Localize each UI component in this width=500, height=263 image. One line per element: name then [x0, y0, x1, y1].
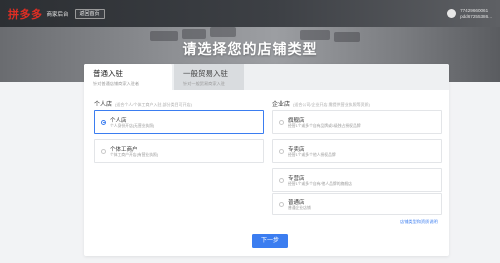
- radio-icon[interactable]: [279, 148, 284, 154]
- option-title: 普通店: [288, 200, 305, 206]
- avatar[interactable]: [447, 9, 457, 18]
- section-title: 个人店: [94, 102, 113, 108]
- tab-general-trade-entry[interactable]: 一般贸易入驻 针对一般贸易商家入驻: [174, 64, 244, 90]
- option-personal-store[interactable]: 个人店 个人身份开店(无营业执照): [94, 110, 264, 134]
- option-title: 专营店: [288, 176, 305, 182]
- option-desc: 经营1个或多个自有/他人品牌的旗舰店: [288, 182, 352, 186]
- option-title: 个人店: [110, 118, 127, 124]
- option-desc: 普通企业店铺: [288, 206, 311, 210]
- user-menu[interactable]: 77429660061 pdd67255386...: [447, 8, 492, 19]
- keyboard-key: [182, 29, 206, 39]
- tab-desc: 针对普通店铺商家入驻者: [93, 81, 140, 86]
- pinduoduo-logo[interactable]: 拼多多: [8, 6, 43, 22]
- entry-tabs: 普通入驻 针对普通店铺商家入驻者 一般贸易入驻 针对一般贸易商家入驻: [84, 64, 449, 90]
- option-individual-business[interactable]: 个体工商户 个体工商户开店(有营业执照): [94, 139, 264, 163]
- option-desc: 经营1个或多个自有品牌或1级独占授权品牌: [288, 124, 361, 128]
- store-type-card: 普通入驻 针对普通店铺商家入驻者 一般贸易入驻 针对一般贸易商家入驻 个人店 (适…: [84, 64, 449, 256]
- page-title: 请选择您的店铺类型: [182, 41, 318, 57]
- option-title: 专卖店: [288, 147, 305, 153]
- keyboard-key: [210, 27, 236, 37]
- personal-store-label: 个人店 (适合个人/个体工商户入驻,部分类目可开店): [94, 99, 192, 108]
- next-step-button[interactable]: 下一步: [252, 234, 288, 248]
- option-desc: 个体工商户开店(有营业执照): [110, 153, 159, 157]
- section-title: 企业店: [272, 102, 291, 108]
- option-title: 个体工商户: [110, 147, 138, 153]
- radio-icon[interactable]: [101, 148, 106, 154]
- enterprise-store-label: 企业店 (适合公司/企业开店,需提供营业执照等资质): [272, 99, 370, 108]
- option-title: 旗舰店: [288, 118, 305, 124]
- radio-icon[interactable]: [279, 119, 284, 125]
- store-type-help-link[interactable]: 店铺类型和资质说明: [400, 219, 438, 225]
- radio-icon[interactable]: [101, 119, 106, 125]
- user-phone: 77429660061: [460, 8, 489, 14]
- option-specialty-store[interactable]: 专卖店 经营1个或多个他人授权品牌: [272, 139, 442, 163]
- option-franchise-store[interactable]: 专营店 经营1个或多个自有/他人品牌的旗舰店: [272, 168, 442, 192]
- back-home-button[interactable]: 返回首页: [74, 8, 105, 19]
- option-regular-store[interactable]: 普通店 普通企业店铺: [272, 193, 442, 215]
- section-hint: (适合公司/企业开店,需提供营业执照等资质): [293, 102, 370, 107]
- top-bar: 拼多多 商家后台 返回首页 77429660061 pdd67255386...: [0, 0, 500, 27]
- logo-subtitle: 商家后台: [46, 11, 69, 18]
- tab-label: 一般贸易入驻: [183, 69, 228, 78]
- section-hint: (适合个人/个体工商户入驻,部分类目可开店): [115, 102, 192, 107]
- radio-icon[interactable]: [279, 177, 284, 183]
- option-flagship-store[interactable]: 旗舰店 经营1个或多个自有品牌或1级独占授权品牌: [272, 110, 442, 134]
- tab-label: 普通入驻: [93, 69, 123, 78]
- tab-desc: 针对一般贸易商家入驻: [183, 81, 225, 86]
- radio-icon[interactable]: [279, 201, 284, 207]
- option-desc: 经营1个或多个他人授权品牌: [288, 153, 336, 157]
- user-id: pdd67255386...: [460, 13, 492, 19]
- option-desc: 个人身份开店(无营业执照): [110, 124, 155, 128]
- tab-normal-entry[interactable]: 普通入驻 针对普通店铺商家入驻者: [84, 64, 172, 90]
